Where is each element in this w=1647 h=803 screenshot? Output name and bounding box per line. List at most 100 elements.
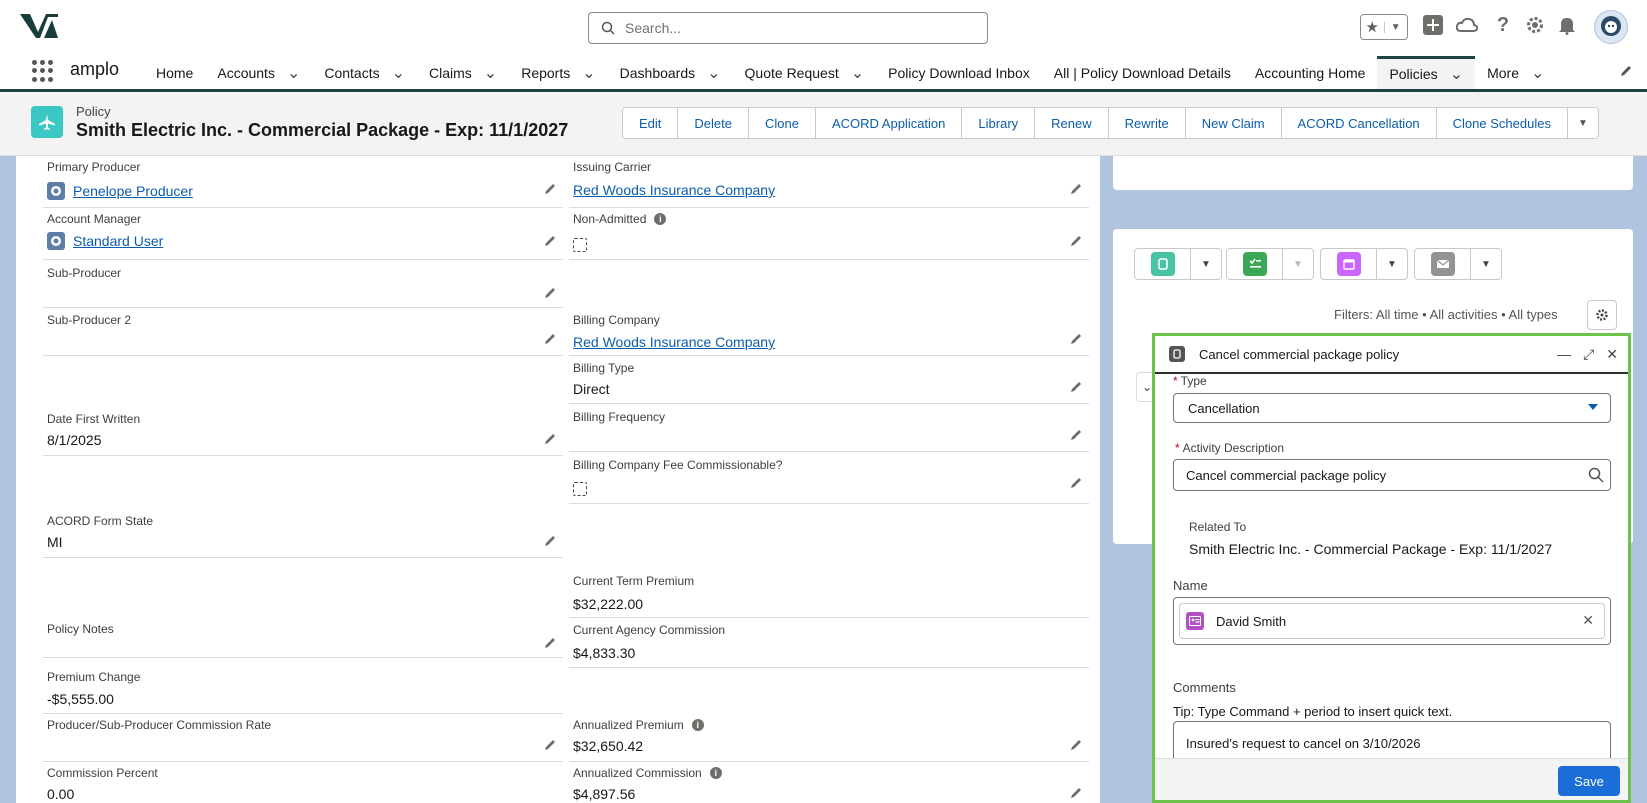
activity-filters[interactable]: Filters: All time • All activities • All… bbox=[1334, 307, 1558, 322]
chevron-down-icon[interactable]: ⌄ bbox=[287, 63, 300, 83]
edit-pencil-icon[interactable] bbox=[1069, 380, 1083, 394]
help-icon[interactable]: ? bbox=[1492, 14, 1514, 36]
account-manager-name[interactable]: Standard User bbox=[73, 233, 163, 249]
action-acord-application-button[interactable]: ACORD Application bbox=[815, 108, 963, 138]
favorites-button[interactable]: ★ ▼ bbox=[1360, 14, 1408, 40]
edit-pencil-icon[interactable] bbox=[543, 534, 557, 548]
field-billing-fee-commissionable: Billing Company Fee Commissionable? bbox=[569, 452, 1089, 504]
action-acord-cancellation-button[interactable]: ACORD Cancellation bbox=[1281, 108, 1437, 138]
edit-pencil-icon[interactable] bbox=[1069, 332, 1083, 346]
global-actions-button[interactable] bbox=[1422, 14, 1444, 36]
type-select[interactable]: Cancellation bbox=[1173, 393, 1611, 423]
field-non-admitted: Non-Admitted i bbox=[569, 208, 1089, 260]
log-call-button[interactable]: ▼ bbox=[1134, 248, 1222, 280]
record-actions: Edit Delete Clone ACORD Application Library R… bbox=[622, 107, 1599, 139]
chevron-down-icon[interactable]: ▼ bbox=[1191, 249, 1221, 279]
nav-item-reports[interactable]: Reports ⌄ bbox=[509, 56, 607, 89]
setup-button[interactable] bbox=[1524, 14, 1546, 36]
action-rewrite-button[interactable]: Rewrite bbox=[1108, 108, 1186, 138]
field-policy-notes: Policy Notes bbox=[43, 622, 563, 658]
info-icon[interactable]: i bbox=[709, 767, 722, 779]
global-search-input[interactable]: Search... bbox=[588, 12, 988, 44]
app-logo[interactable] bbox=[18, 12, 60, 42]
action-library-button[interactable]: Library bbox=[962, 108, 1036, 138]
star-icon[interactable]: ★ bbox=[1361, 18, 1384, 36]
edit-pencil-icon[interactable] bbox=[1069, 428, 1083, 442]
field-acord-form-state: ACORD Form State MI bbox=[43, 510, 563, 558]
name-lookup[interactable]: David Smith ✕ bbox=[1173, 597, 1611, 645]
primary-producer-link[interactable]: Penelope Producer bbox=[47, 182, 193, 200]
primary-producer-name[interactable]: Penelope Producer bbox=[73, 183, 193, 199]
action-delete-button[interactable]: Delete bbox=[678, 108, 749, 138]
edit-pencil-icon[interactable] bbox=[543, 636, 557, 650]
contact-pill[interactable]: David Smith ✕ bbox=[1179, 603, 1605, 639]
action-edit-button[interactable]: Edit bbox=[623, 108, 679, 138]
policy-object-icon bbox=[31, 106, 63, 138]
remove-icon[interactable]: ✕ bbox=[1582, 612, 1594, 629]
edit-pencil-icon[interactable] bbox=[543, 738, 557, 752]
edit-pencil-icon[interactable] bbox=[1069, 182, 1083, 196]
nav-item-claims[interactable]: Claims ⌄ bbox=[417, 56, 509, 89]
nav-item-contacts[interactable]: Contacts ⌄ bbox=[312, 56, 417, 89]
sidebar-card-top bbox=[1113, 156, 1633, 190]
chevron-down-icon[interactable]: ⌄ bbox=[392, 63, 405, 83]
nav-item-policies[interactable]: Policies ⌄ bbox=[1377, 56, 1476, 89]
nav-item-accounting-home[interactable]: Accounting Home bbox=[1243, 56, 1378, 89]
search-icon[interactable] bbox=[1588, 467, 1604, 483]
user-avatar[interactable] bbox=[1594, 10, 1628, 44]
more-actions-chevron-icon[interactable]: ▼ bbox=[1567, 108, 1598, 138]
chevron-down-icon[interactable]: ⌄ bbox=[1450, 64, 1463, 84]
edit-nav-pencil-icon[interactable] bbox=[1619, 64, 1633, 78]
chevron-down-icon[interactable]: ▼ bbox=[1377, 249, 1407, 279]
action-renew-button[interactable]: Renew bbox=[1035, 108, 1109, 138]
chevron-down-icon[interactable]: ⌄ bbox=[1531, 63, 1544, 83]
info-icon[interactable]: i bbox=[654, 213, 667, 225]
chevron-down-icon[interactable]: ▼ bbox=[1383, 21, 1408, 33]
app-launcher-icon[interactable] bbox=[32, 60, 54, 82]
minimize-icon[interactable]: — bbox=[1557, 346, 1571, 363]
close-icon[interactable]: ✕ bbox=[1606, 346, 1618, 363]
trailhead-button[interactable] bbox=[1456, 14, 1478, 36]
gear-icon bbox=[1527, 17, 1543, 33]
issuing-carrier-link[interactable]: Red Woods Insurance Company bbox=[573, 182, 775, 198]
edit-pencil-icon[interactable] bbox=[1069, 476, 1083, 490]
info-icon[interactable]: i bbox=[691, 719, 704, 731]
chevron-down-icon[interactable]: ⌄ bbox=[582, 63, 595, 83]
edit-pencil-icon[interactable] bbox=[1069, 738, 1083, 752]
notifications-button[interactable] bbox=[1556, 14, 1578, 36]
edit-pencil-icon[interactable] bbox=[543, 332, 557, 346]
new-task-button[interactable]: ▼ bbox=[1226, 248, 1314, 280]
current-agency-commission-value: $4,833.30 bbox=[573, 645, 636, 661]
chevron-down-icon[interactable]: ▼ bbox=[1471, 249, 1501, 279]
nav-item-policy-download-inbox[interactable]: Policy Download Inbox bbox=[876, 56, 1042, 89]
save-button[interactable]: Save bbox=[1558, 766, 1620, 796]
edit-pencil-icon[interactable] bbox=[543, 234, 557, 248]
email-button[interactable]: ▼ bbox=[1414, 248, 1502, 280]
chevron-down-icon[interactable]: ⌄ bbox=[484, 63, 497, 83]
nav-item-more[interactable]: More ⌄ bbox=[1475, 56, 1556, 89]
edit-pencil-icon[interactable] bbox=[543, 286, 557, 300]
comments-textarea[interactable]: Insured's request to cancel on 3/10/2026 bbox=[1173, 721, 1611, 761]
nav-item-all-policy-download-details[interactable]: All | Policy Download Details bbox=[1042, 56, 1243, 89]
edit-pencil-icon[interactable] bbox=[1069, 786, 1083, 800]
activity-settings-button[interactable] bbox=[1587, 300, 1617, 330]
account-manager-link[interactable]: Standard User bbox=[47, 232, 163, 250]
billing-company-link[interactable]: Red Woods Insurance Company bbox=[573, 334, 775, 350]
activity-description-input[interactable]: Cancel commercial package policy bbox=[1173, 459, 1611, 491]
nav-item-home[interactable]: Home bbox=[144, 56, 205, 89]
chevron-down-icon[interactable]: ⌄ bbox=[707, 63, 720, 83]
composer-footer: Save bbox=[1155, 758, 1628, 800]
nav-item-accounts[interactable]: Accounts ⌄ bbox=[205, 56, 312, 89]
chevron-down-icon[interactable]: ⌄ bbox=[851, 63, 864, 83]
edit-pencil-icon[interactable] bbox=[543, 432, 557, 446]
action-clone-schedules-button[interactable]: Clone Schedules bbox=[1436, 108, 1568, 138]
action-clone-button[interactable]: Clone bbox=[748, 108, 816, 138]
field-billing-frequency: Billing Frequency bbox=[569, 404, 1089, 452]
nav-item-dashboards[interactable]: Dashboards ⌄ bbox=[608, 56, 733, 89]
edit-pencil-icon[interactable] bbox=[543, 182, 557, 196]
edit-pencil-icon[interactable] bbox=[1069, 234, 1083, 248]
new-event-button[interactable]: ▼ bbox=[1320, 248, 1408, 280]
action-new-claim-button[interactable]: New Claim bbox=[1185, 108, 1282, 138]
nav-item-quote-request[interactable]: Quote Request ⌄ bbox=[733, 56, 877, 89]
expand-icon[interactable]: ⤢ bbox=[1583, 346, 1594, 363]
